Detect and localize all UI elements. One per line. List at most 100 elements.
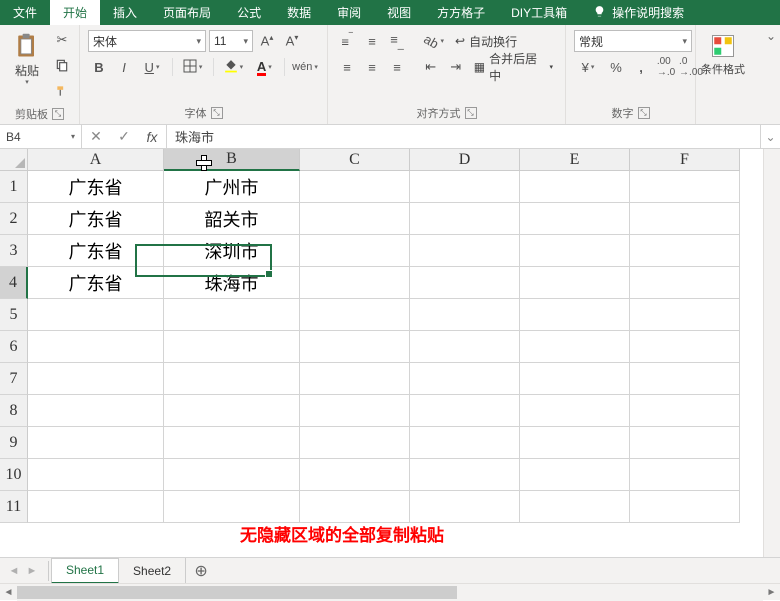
- paste-button[interactable]: 粘贴 ▾: [4, 28, 50, 104]
- vertical-scrollbar[interactable]: [763, 149, 780, 557]
- align-center-button[interactable]: ≡: [361, 56, 383, 78]
- increase-decimal-button[interactable]: .00→.0: [655, 56, 677, 78]
- cell-F1[interactable]: [630, 171, 740, 203]
- new-sheet-button[interactable]: ⊕: [186, 561, 216, 581]
- cell-A10[interactable]: [28, 459, 164, 491]
- tab-page-layout[interactable]: 页面布局: [150, 0, 224, 25]
- cancel-edit-button[interactable]: ✕: [82, 125, 110, 148]
- formula-bar[interactable]: 珠海市: [167, 125, 760, 148]
- cell-B1[interactable]: 广州市: [164, 171, 300, 203]
- scroll-right-button[interactable]: ►: [763, 584, 780, 601]
- cell-C9[interactable]: [300, 427, 410, 459]
- column-header-C[interactable]: C: [300, 149, 410, 171]
- align-bottom-button[interactable]: ≡_: [386, 30, 408, 52]
- cell-D4[interactable]: [410, 267, 520, 299]
- cell-D2[interactable]: [410, 203, 520, 235]
- cell-A8[interactable]: [28, 395, 164, 427]
- sheet-tab-2[interactable]: Sheet2: [119, 558, 186, 584]
- column-header-D[interactable]: D: [410, 149, 520, 171]
- tab-insert[interactable]: 插入: [100, 0, 150, 25]
- cell-B3[interactable]: 深圳市: [164, 235, 300, 267]
- insert-function-button[interactable]: fx: [138, 125, 166, 148]
- scroll-thumb[interactable]: [17, 586, 457, 599]
- row-header-8[interactable]: 8: [0, 395, 28, 427]
- comma-button[interactable]: ,: [630, 56, 652, 78]
- cell-A11[interactable]: [28, 491, 164, 523]
- cell-E1[interactable]: [520, 171, 630, 203]
- tab-data[interactable]: 数据: [274, 0, 324, 25]
- confirm-edit-button[interactable]: ✓: [110, 125, 138, 148]
- cell-C3[interactable]: [300, 235, 410, 267]
- cell-E7[interactable]: [520, 363, 630, 395]
- cell-F7[interactable]: [630, 363, 740, 395]
- row-header-9[interactable]: 9: [0, 427, 28, 459]
- column-header-B[interactable]: B: [164, 149, 300, 171]
- cell-F3[interactable]: [630, 235, 740, 267]
- cell-F11[interactable]: [630, 491, 740, 523]
- decrease-indent-button[interactable]: ⇤: [420, 56, 442, 78]
- percent-button[interactable]: %: [605, 56, 627, 78]
- cell-C8[interactable]: [300, 395, 410, 427]
- cell-D3[interactable]: [410, 235, 520, 267]
- cell-D11[interactable]: [410, 491, 520, 523]
- cell-E4[interactable]: [520, 267, 630, 299]
- phonetic-button[interactable]: wén▾: [291, 56, 319, 78]
- cell-C6[interactable]: [300, 331, 410, 363]
- row-header-11[interactable]: 11: [0, 491, 28, 523]
- column-header-A[interactable]: A: [28, 149, 164, 171]
- tab-view[interactable]: 视图: [374, 0, 424, 25]
- italic-button[interactable]: I: [113, 56, 135, 78]
- align-dialog-launcher[interactable]: ⤡: [465, 107, 477, 119]
- row-header-3[interactable]: 3: [0, 235, 28, 267]
- increase-font-button[interactable]: A▴: [256, 30, 278, 52]
- horizontal-scrollbar[interactable]: ◄ ►: [0, 583, 780, 600]
- sheet-nav-prev-button[interactable]: ◄: [6, 563, 22, 579]
- cell-D5[interactable]: [410, 299, 520, 331]
- tab-diy[interactable]: DIY工具箱: [498, 0, 580, 25]
- font-name-combo[interactable]: 宋体▾: [88, 30, 206, 52]
- borders-button[interactable]: ▾: [179, 56, 207, 78]
- cell-E11[interactable]: [520, 491, 630, 523]
- cell-C1[interactable]: [300, 171, 410, 203]
- cell-F4[interactable]: [630, 267, 740, 299]
- cell-D7[interactable]: [410, 363, 520, 395]
- cell-A6[interactable]: [28, 331, 164, 363]
- fill-color-button[interactable]: ▾: [219, 56, 247, 78]
- decrease-font-button[interactable]: A▾: [281, 30, 303, 52]
- cell-F6[interactable]: [630, 331, 740, 363]
- bold-button[interactable]: B: [88, 56, 110, 78]
- cell-B11[interactable]: [164, 491, 300, 523]
- tab-ffgz[interactable]: 方方格子: [424, 0, 498, 25]
- tab-formulas[interactable]: 公式: [224, 0, 274, 25]
- cell-A3[interactable]: 广东省: [28, 235, 164, 267]
- align-right-button[interactable]: ≡: [386, 56, 408, 78]
- cell-E3[interactable]: [520, 235, 630, 267]
- cell-A4[interactable]: 广东省: [28, 267, 164, 299]
- tell-me-search[interactable]: 操作说明搜索: [580, 0, 697, 25]
- column-header-F[interactable]: F: [630, 149, 740, 171]
- row-header-10[interactable]: 10: [0, 459, 28, 491]
- scroll-left-button[interactable]: ◄: [0, 584, 17, 601]
- orientation-button[interactable]: ab▾: [420, 30, 448, 52]
- cell-B4[interactable]: 珠海市: [164, 267, 300, 299]
- cell-C5[interactable]: [300, 299, 410, 331]
- cell-E6[interactable]: [520, 331, 630, 363]
- cell-C2[interactable]: [300, 203, 410, 235]
- cell-A1[interactable]: 广东省: [28, 171, 164, 203]
- cell-B10[interactable]: [164, 459, 300, 491]
- cell-D10[interactable]: [410, 459, 520, 491]
- cell-C4[interactable]: [300, 267, 410, 299]
- cell-F8[interactable]: [630, 395, 740, 427]
- cell-B5[interactable]: [164, 299, 300, 331]
- cell-C10[interactable]: [300, 459, 410, 491]
- align-top-button[interactable]: ≡‾: [336, 30, 358, 52]
- format-painter-button[interactable]: [52, 82, 72, 102]
- cell-D6[interactable]: [410, 331, 520, 363]
- row-header-1[interactable]: 1: [0, 171, 28, 203]
- row-header-4[interactable]: 4: [0, 267, 28, 299]
- number-format-combo[interactable]: 常规▾: [574, 30, 692, 52]
- cell-C7[interactable]: [300, 363, 410, 395]
- increase-indent-button[interactable]: ⇥: [445, 56, 467, 78]
- cut-button[interactable]: ✂: [52, 30, 72, 50]
- cell-C11[interactable]: [300, 491, 410, 523]
